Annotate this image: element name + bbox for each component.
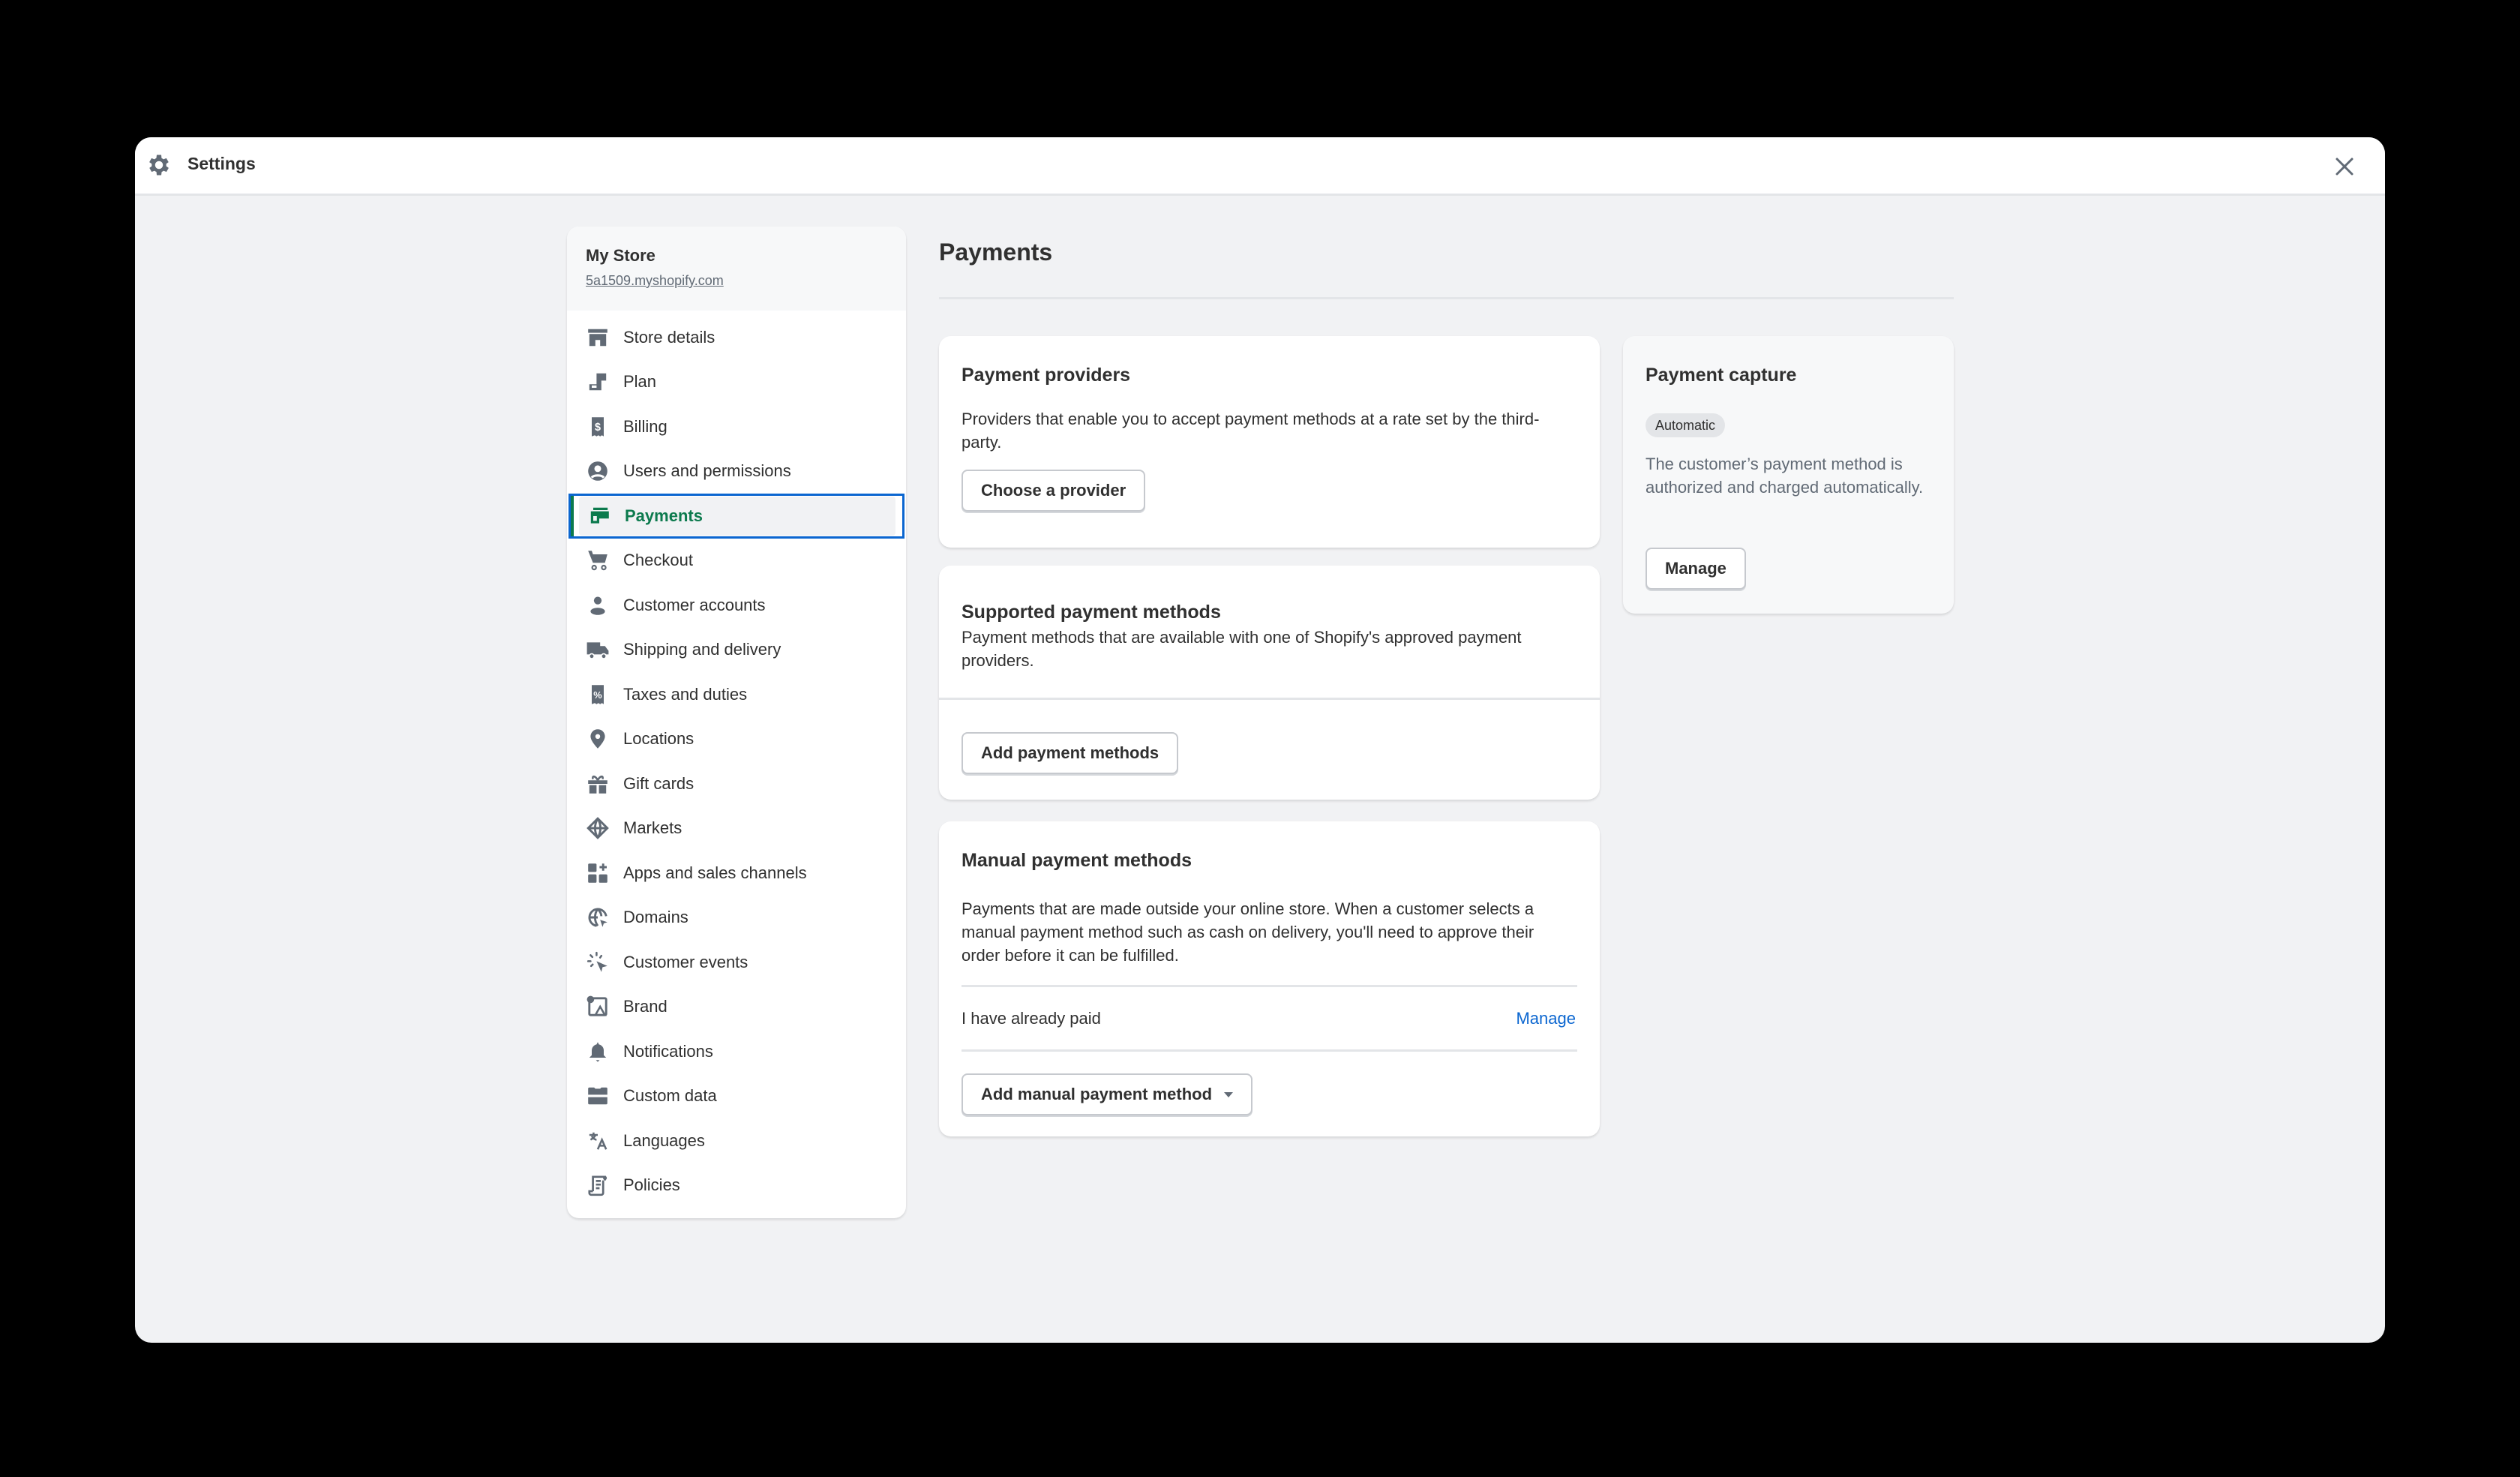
- sidebar-item-label: Languages: [623, 1130, 705, 1150]
- sidebar-item-customer-accounts[interactable]: Customer accounts: [567, 583, 906, 628]
- sidebar-item-locations[interactable]: Locations: [567, 717, 906, 762]
- apps-icon: [586, 861, 610, 885]
- billing-receipt-icon: $: [586, 415, 610, 439]
- sidebar-item-markets[interactable]: Markets: [567, 806, 906, 851]
- sidebar-item-label: Markets: [623, 818, 682, 838]
- add-manual-payment-method-button[interactable]: Add manual payment method: [962, 1073, 1253, 1115]
- payment-card-icon: [587, 504, 611, 528]
- sidebar-item-label: Policies: [623, 1175, 680, 1195]
- choose-provider-button[interactable]: Choose a provider: [962, 470, 1146, 512]
- caret-down-icon: [1224, 1091, 1234, 1097]
- sidebar-item-languages[interactable]: Languages: [567, 1118, 906, 1163]
- sidebar-item-label: Apps and sales channels: [623, 863, 807, 882]
- sidebar-item-label: Gift cards: [623, 773, 694, 793]
- svg-text:%: %: [593, 689, 602, 701]
- sidebar-item-apps-and-sales-channels[interactable]: Apps and sales channels: [567, 851, 906, 896]
- cart-icon: [586, 548, 610, 572]
- sidebar-item-policies[interactable]: Policies: [567, 1163, 906, 1208]
- manual-methods-description: Payments that are made outside your onli…: [962, 899, 1534, 965]
- manual-method-label: I have already paid: [962, 1009, 1101, 1028]
- sidebar-item-users-and-permissions[interactable]: Users and permissions: [567, 449, 906, 494]
- sidebar-item-label: Taxes and duties: [623, 684, 748, 704]
- sidebar-item-customer-events[interactable]: Customer events: [567, 940, 906, 985]
- sidebar-item-label: Plan: [623, 372, 657, 392]
- sidebar-item-label: Domains: [623, 908, 688, 927]
- sidebar-item-label: Shipping and delivery: [623, 640, 782, 659]
- title-divider: [939, 297, 1954, 299]
- settings-modal: Settings My Store 5a1509.myshopify.com S…: [135, 137, 2385, 1343]
- store-url-link[interactable]: 5a1509.myshopify.com: [586, 273, 887, 289]
- modal-header: Settings: [135, 137, 2385, 196]
- supported-methods-title: Supported payment methods: [962, 602, 1221, 623]
- gear-icon: [149, 155, 169, 176]
- sidebar-item-label: Custom data: [623, 1086, 717, 1106]
- domain-globe-icon: [586, 905, 610, 929]
- sidebar-item-payments[interactable]: Payments: [568, 494, 904, 539]
- sidebar-item-label: Locations: [623, 729, 694, 749]
- sidebar-item-store-details[interactable]: Store details: [567, 315, 906, 360]
- sidebar-item-label: Store details: [623, 327, 716, 347]
- card-divider: [962, 985, 1577, 987]
- location-pin-icon: [586, 727, 610, 751]
- policy-scroll-icon: [586, 1173, 610, 1197]
- store-header: My Store 5a1509.myshopify.com: [567, 227, 906, 311]
- add-payment-methods-button[interactable]: Add payment methods: [962, 732, 1179, 774]
- settings-sidebar: My Store 5a1509.myshopify.com Store deta…: [567, 227, 906, 1218]
- user-circle-icon: [586, 459, 610, 483]
- sidebar-item-label: Customer accounts: [623, 595, 766, 614]
- payment-providers-description: Providers that enable you to accept paym…: [962, 410, 1540, 452]
- sidebar-item-label: Notifications: [623, 1041, 713, 1061]
- sidebar-item-brand[interactable]: Brand: [567, 985, 906, 1030]
- custom-data-icon: [586, 1084, 610, 1108]
- sidebar-item-gift-cards[interactable]: Gift cards: [567, 761, 906, 806]
- close-icon[interactable]: [2330, 152, 2360, 182]
- brand-icon: [586, 995, 610, 1019]
- store-name: My Store: [586, 246, 656, 265]
- sidebar-item-label: Billing: [623, 416, 668, 436]
- svg-text:$: $: [595, 422, 601, 434]
- payment-capture-manage-button[interactable]: Manage: [1646, 548, 1746, 590]
- payment-providers-title: Payment providers: [962, 365, 1131, 386]
- payment-capture-description: The customer’s payment method is authori…: [1646, 455, 1924, 497]
- manual-payment-methods-card: Manual payment methods Payments that are…: [939, 821, 1600, 1136]
- card-divider: [962, 1049, 1577, 1052]
- store-icon: [586, 326, 610, 350]
- bell-icon: [586, 1040, 610, 1064]
- settings-nav: Store details Plan $ Billing Users and p…: [567, 311, 906, 1208]
- sidebar-item-notifications[interactable]: Notifications: [567, 1029, 906, 1074]
- manual-method-manage-link[interactable]: Manage: [1516, 1009, 1576, 1028]
- tax-receipt-icon: %: [586, 683, 610, 707]
- sidebar-item-plan[interactable]: Plan: [567, 360, 906, 405]
- translate-icon: [586, 1129, 610, 1153]
- card-divider: [939, 698, 1600, 700]
- gift-icon: [586, 772, 610, 796]
- page-title: Payments: [939, 239, 1053, 266]
- payment-providers-card: Payment providers Providers that enable …: [939, 336, 1600, 548]
- person-icon: [586, 593, 610, 617]
- sidebar-item-label: Payments: [625, 506, 703, 525]
- sidebar-item-label: Users and permissions: [623, 461, 791, 481]
- capture-status-badge: Automatic: [1646, 413, 1726, 437]
- sidebar-item-billing[interactable]: $ Billing: [567, 404, 906, 449]
- sidebar-item-shipping-and-delivery[interactable]: Shipping and delivery: [567, 628, 906, 673]
- supported-payment-methods-card: Supported payment methods Payment method…: [939, 566, 1600, 800]
- payment-capture-title: Payment capture: [1646, 365, 1797, 386]
- globe-icon: [586, 816, 610, 840]
- cursor-click-icon: [586, 950, 610, 974]
- supported-methods-description: Payment methods that are available with …: [962, 628, 1522, 670]
- sidebar-item-label: Checkout: [623, 551, 693, 570]
- sidebar-item-checkout[interactable]: Checkout: [567, 539, 906, 584]
- payment-capture-card: Payment capture Automatic The customer’s…: [1623, 336, 1954, 614]
- modal-title: Settings: [188, 154, 256, 173]
- sidebar-item-label: Brand: [623, 997, 668, 1016]
- sidebar-item-label: Customer events: [623, 952, 748, 971]
- add-manual-payment-method-label: Add manual payment method: [981, 1085, 1213, 1103]
- sidebar-item-domains[interactable]: Domains: [567, 896, 906, 941]
- truck-icon: [586, 638, 610, 662]
- sidebar-item-custom-data[interactable]: Custom data: [567, 1074, 906, 1119]
- plan-icon: [586, 370, 610, 394]
- sidebar-item-taxes-and-duties[interactable]: % Taxes and duties: [567, 672, 906, 717]
- manual-methods-title: Manual payment methods: [962, 850, 1192, 871]
